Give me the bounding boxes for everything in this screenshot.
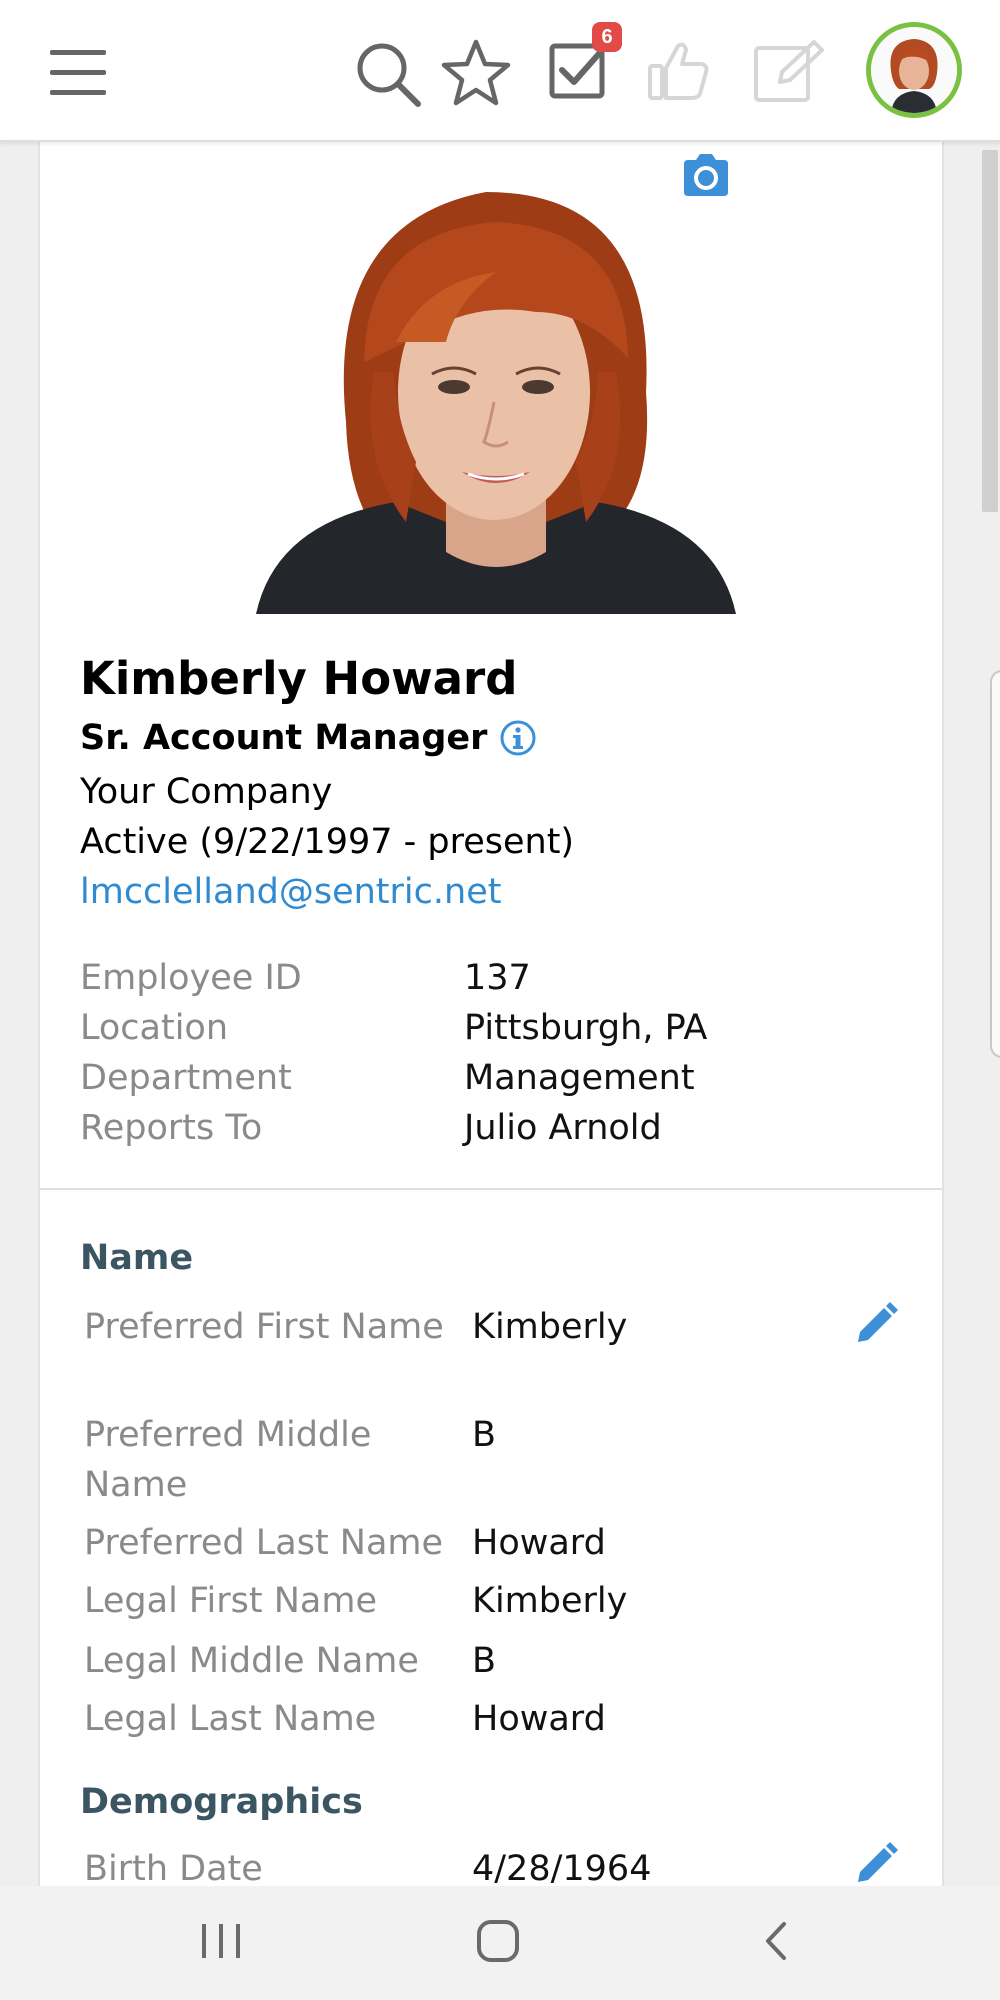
employment-status: Active (9/22/1997 - present) [80, 822, 575, 862]
section-title-demographics: Demographics [80, 1782, 363, 1822]
field-value: B [472, 1415, 497, 1455]
field-label: Legal First Name [84, 1581, 377, 1621]
field-label: Preferred Middle Name [84, 1415, 372, 1505]
field-label: Legal Last Name [84, 1699, 377, 1739]
scrollbar-thumb[interactable] [982, 150, 998, 512]
detail-label-employee-id: Employee ID [80, 958, 302, 998]
company-name: Your Company [80, 772, 333, 812]
job-title: Sr. Account Manager [80, 718, 488, 758]
side-drawer-handle[interactable] [990, 670, 1000, 1058]
section-title-name: Name [80, 1238, 194, 1278]
detail-value-reports-to[interactable]: Julio Arnold [464, 1108, 662, 1148]
field-label: Preferred Last Name [84, 1523, 444, 1563]
field-value: B [472, 1641, 497, 1681]
field-value: Kimberly [472, 1307, 628, 1347]
tasks-count-badge: 6 [592, 22, 622, 52]
back-icon[interactable] [756, 1916, 796, 1966]
home-icon[interactable] [472, 1916, 526, 1966]
profile-card: Kimberly Howard Sr. Account Manager Your… [38, 142, 944, 1886]
camera-icon[interactable] [680, 152, 732, 198]
employee-name: Kimberly Howard [80, 652, 518, 705]
detail-label-location: Location [80, 1008, 229, 1048]
email-link[interactable]: lmcclelland@sentric.net [80, 872, 501, 912]
edit-icon[interactable] [752, 38, 826, 104]
section-divider [40, 1188, 942, 1190]
search-icon[interactable] [354, 40, 424, 110]
detail-label-department: Department [80, 1058, 292, 1098]
field-label: Preferred First Name [84, 1307, 444, 1347]
hamburger-menu-icon[interactable] [48, 48, 108, 98]
field-value: Howard [472, 1523, 606, 1563]
info-icon[interactable] [499, 719, 537, 757]
detail-label-reports-to: Reports To [80, 1108, 263, 1148]
detail-value-location: Pittsburgh, PA [464, 1008, 708, 1048]
job-title-row: Sr. Account Manager [80, 718, 537, 758]
detail-value-department: Management [464, 1058, 695, 1098]
system-navigation-bar [0, 1886, 1000, 2000]
detail-value-employee-id: 137 [464, 958, 531, 998]
field-label: Legal Middle Name [84, 1641, 419, 1681]
star-icon[interactable] [440, 38, 512, 108]
field-value: 4/28/1964 [472, 1849, 652, 1886]
profile-photo [256, 162, 736, 614]
edit-name-pencil-icon[interactable] [854, 1302, 898, 1346]
field-value: Kimberly [472, 1581, 628, 1621]
thumbs-up-icon[interactable] [646, 38, 712, 104]
recent-apps-icon[interactable] [196, 1916, 246, 1966]
field-value: Howard [472, 1699, 606, 1739]
top-app-bar: 6 [0, 0, 1000, 142]
edit-demographics-pencil-icon[interactable] [854, 1842, 898, 1886]
avatar[interactable] [866, 22, 962, 118]
field-label: Birth Date [84, 1849, 263, 1886]
